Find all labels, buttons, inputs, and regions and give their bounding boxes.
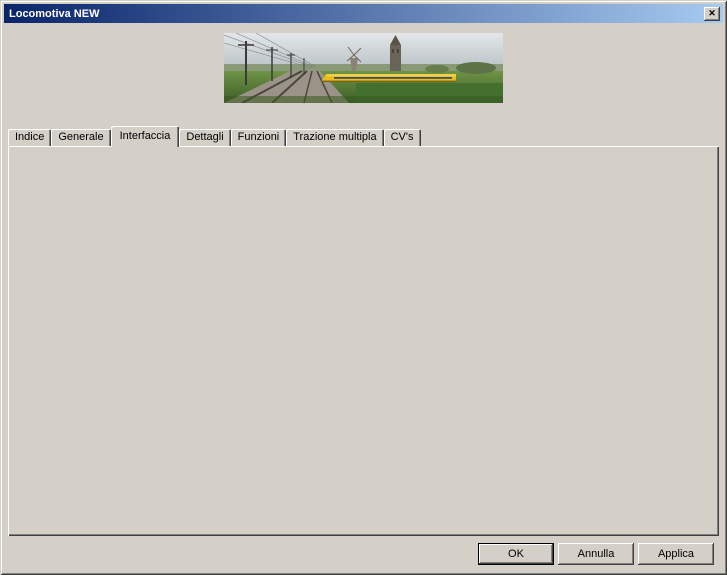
tab-page-interfaccia xyxy=(8,146,719,536)
tab-generale[interactable]: Generale xyxy=(51,129,110,146)
window-title: Locomotiva NEW xyxy=(7,8,704,20)
dialog-locomotiva: Locomotiva NEW ✕ xyxy=(0,0,727,575)
close-icon: ✕ xyxy=(708,8,716,18)
titlebar: Locomotiva NEW ✕ xyxy=(4,4,723,23)
tab-dettagli[interactable]: Dettagli xyxy=(179,129,230,146)
ok-button[interactable]: OK xyxy=(478,543,554,565)
applica-button[interactable]: Applica xyxy=(638,543,714,565)
banner-image xyxy=(224,33,503,103)
tab-strip: Indice Generale Interfaccia Dettagli Fun… xyxy=(8,126,421,146)
close-button[interactable]: ✕ xyxy=(704,7,720,21)
tab-cvs[interactable]: CV's xyxy=(384,129,421,146)
annulla-button[interactable]: Annulla xyxy=(558,543,634,565)
tab-indice[interactable]: Indice xyxy=(8,129,51,146)
tab-trazione-multipla[interactable]: Trazione multipla xyxy=(286,129,383,146)
banner xyxy=(224,33,503,103)
tab-funzioni[interactable]: Funzioni xyxy=(231,129,287,146)
tab-interfaccia[interactable]: Interfaccia xyxy=(111,126,180,147)
